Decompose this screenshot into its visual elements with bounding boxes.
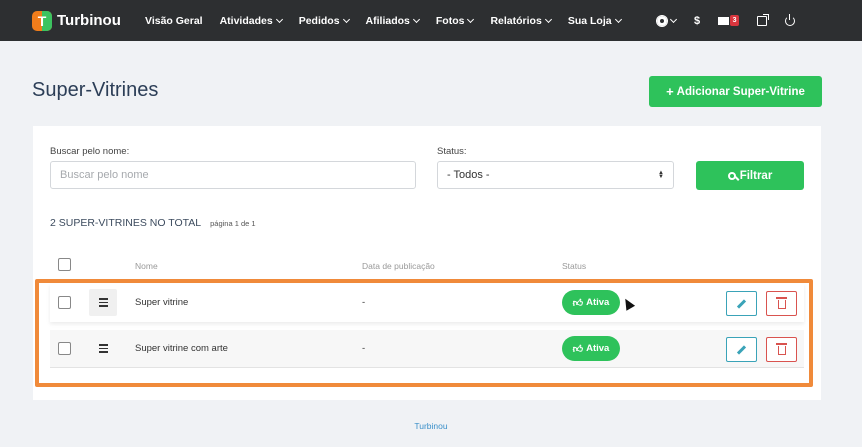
nav-item-pedidos[interactable]: Pedidos (299, 15, 350, 27)
drag-handle-icon[interactable] (89, 289, 117, 316)
chevron-down-icon (342, 15, 350, 23)
nav-item-visao-geral[interactable]: Visão Geral (145, 15, 203, 27)
table-row: Super vitrine com arte - 👍︎ Ativa (50, 330, 804, 368)
messages-badge: 3 (730, 15, 740, 26)
edit-button[interactable] (726, 291, 757, 316)
thumbs-up-icon: 👍︎ (572, 343, 584, 355)
power-icon (785, 13, 796, 26)
status-toggle[interactable]: 👍︎ Ativa (562, 290, 620, 315)
edit-button[interactable] (726, 337, 757, 362)
table-row: Super vitrine - 👍︎ Ativa (50, 284, 804, 322)
footer-link[interactable]: Turbinou (0, 421, 862, 431)
external-link[interactable] (757, 13, 770, 26)
search-icon (727, 171, 736, 180)
list-card: Buscar pelo nome: Status: - Todos - ▲▼ F… (33, 126, 821, 400)
nav-item-atividades[interactable]: Atividades (220, 15, 283, 27)
results-summary: 2 SUPER-VITRINES NO TOTAL página 1 de 1 (50, 217, 256, 229)
nav-icon-group: $ 3 (657, 0, 813, 41)
thumbs-up-icon: 👍︎ (572, 297, 584, 309)
search-label: Buscar pelo nome: (50, 146, 130, 157)
nav-item-afiliados[interactable]: Afiliados (366, 15, 420, 27)
trash-icon (775, 343, 787, 355)
trash-icon (775, 297, 787, 309)
brand[interactable]: T Turbinou (32, 10, 132, 31)
nav-item-relatorios[interactable]: Relatórios (490, 15, 552, 27)
total-count: 2 SUPER-VITRINES NO TOTAL (50, 217, 202, 229)
nav-menu: Visão Geral Atividades Pedidos Afiliados… (145, 15, 638, 27)
chevron-down-icon (275, 15, 283, 23)
column-header-status: Status (562, 261, 587, 271)
drag-handle-icon[interactable] (89, 335, 117, 362)
settings-menu[interactable] (657, 15, 678, 26)
logout-button[interactable] (785, 13, 796, 26)
row-name: Super vitrine (135, 297, 189, 308)
plus-icon: + (666, 84, 674, 99)
dollar-icon: $ (694, 14, 701, 27)
finance-link[interactable]: $ (694, 15, 700, 27)
page-title: Super-Vitrines (32, 79, 159, 101)
search-input[interactable] (50, 161, 416, 189)
chevron-down-icon (669, 15, 678, 23)
chevron-down-icon (614, 15, 622, 23)
pencil-icon (736, 344, 747, 355)
nav-item-sua-loja[interactable]: Sua Loja (568, 15, 622, 27)
select-all-checkbox[interactable] (58, 258, 71, 271)
row-date: - (362, 297, 366, 308)
top-navbar: T Turbinou Visão Geral Atividades Pedido… (0, 0, 862, 41)
chevron-down-icon (544, 15, 552, 23)
status-select[interactable]: - Todos - ▲ ▼ (437, 161, 674, 189)
chevron-down-icon (467, 15, 475, 23)
row-name: Super vitrine com arte (135, 343, 228, 354)
select-arrows-icon: ▲ ▼ (658, 170, 664, 180)
delete-button[interactable] (766, 291, 797, 316)
page-indicator: página 1 de 1 (210, 219, 256, 228)
row-checkbox[interactable] (58, 296, 71, 309)
turbinou-logo-icon: T (32, 10, 52, 31)
gear-icon (657, 15, 667, 26)
pencil-icon (736, 298, 747, 309)
filter-button[interactable]: Filtrar (696, 161, 804, 190)
messages-link[interactable]: 3 (718, 15, 740, 26)
external-link-icon (757, 13, 770, 26)
brand-name: Turbinou (57, 12, 121, 29)
delete-button[interactable] (766, 337, 797, 362)
status-toggle[interactable]: 👍︎ Ativa (562, 336, 620, 361)
column-header-name: Nome (135, 261, 158, 271)
row-date: - (362, 343, 366, 354)
envelope-icon (718, 16, 730, 25)
nav-item-fotos[interactable]: Fotos (436, 15, 475, 27)
chevron-down-icon (412, 15, 420, 23)
add-super-vitrine-button[interactable]: + Adicionar Super-Vitrine (649, 76, 822, 107)
column-header-date: Data de publicação (362, 261, 435, 271)
row-checkbox[interactable] (58, 342, 71, 355)
status-label: Status: (437, 146, 467, 157)
